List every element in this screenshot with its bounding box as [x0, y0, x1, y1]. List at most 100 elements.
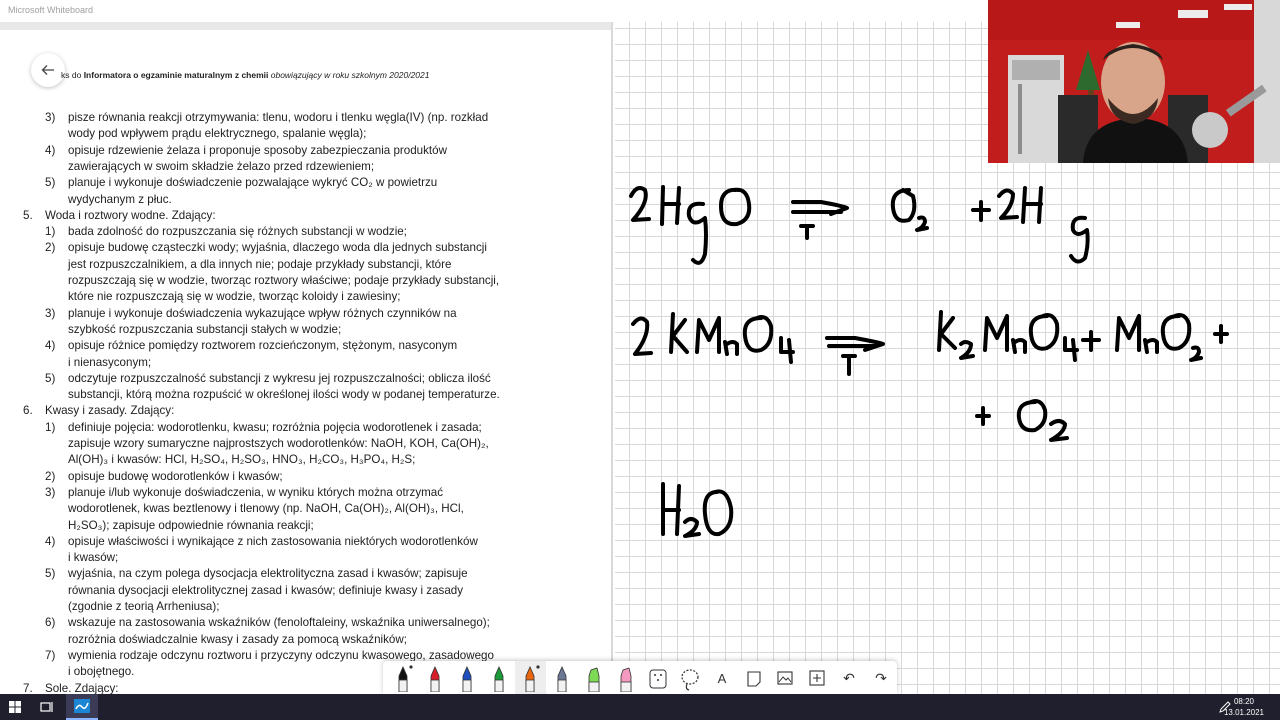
doc-item-number: 3) — [45, 111, 56, 124]
pen-blue-tool[interactable] — [451, 661, 483, 694]
doc-line: i kwasów; — [68, 551, 119, 565]
doc-line: szybkość rozpuszczania substancji stałyc… — [68, 322, 342, 336]
doc-line: rozpuszczają się w wodzie, tworząc roztw… — [68, 274, 500, 287]
pen-blue-icon — [462, 665, 472, 692]
text-tool[interactable]: A — [706, 661, 738, 694]
insert-icon — [809, 669, 825, 686]
doc-line: zawierających w swoim składzie żelazo pr… — [68, 159, 375, 173]
doc-line: substancji, którą można rozpuścić w okre… — [68, 388, 500, 402]
back-button[interactable] — [31, 53, 65, 87]
doc-item-number: 6) — [45, 616, 56, 630]
pen-black-tool[interactable] — [387, 661, 419, 694]
pen-orange-icon — [526, 664, 541, 692]
doc-line: wody pod wpływem prądu elektrycznego, sp… — [68, 127, 367, 141]
pen-green-tool[interactable] — [483, 661, 515, 694]
pen-red-icon — [430, 665, 440, 692]
doc-item-number: 4) — [45, 534, 56, 548]
lasso-icon — [681, 668, 699, 691]
highlighter-green-tool[interactable] — [578, 661, 610, 694]
webcam-overlay — [988, 0, 1280, 163]
note-tool[interactable] — [738, 661, 770, 694]
undo-tool[interactable]: ↶ — [833, 661, 865, 694]
doc-item-number: 5) — [45, 567, 56, 581]
doc-item-number: 7. — [23, 681, 33, 695]
doc-line: planuje i wykonuje doświadczenie pozwala… — [68, 176, 438, 190]
doc-line: rozróżnia doświadczalnie kwasy i zasady … — [68, 632, 407, 646]
doc-line: wyjaśnia, na czym polega dysocjacja elek… — [68, 567, 468, 581]
start-button[interactable] — [0, 694, 30, 720]
doc-item-number: 3) — [45, 306, 56, 320]
doc-line: wydychanym z płuc. — [68, 192, 172, 206]
doc-item-number: 3) — [45, 485, 56, 499]
pen-black-icon — [398, 664, 413, 692]
doc-line: definiuje pojęcia: wodorotlenku, kwasu; … — [68, 420, 482, 434]
doc-item-number: 5) — [45, 176, 56, 190]
doc-line: opisuje rdzewienie żelaza i proponuje sp… — [68, 143, 447, 157]
doc-item-number: 1) — [45, 225, 56, 239]
eraser-tool[interactable] — [642, 661, 674, 694]
insert-tool[interactable] — [801, 661, 833, 694]
doc-item-number: 4) — [45, 339, 56, 353]
lasso-tool[interactable] — [674, 661, 706, 694]
highlighter-pink-icon — [620, 666, 632, 692]
page-separator — [0, 22, 611, 30]
doc-line: i nienasyconym; — [68, 355, 152, 369]
doc-item-number: 6. — [23, 404, 33, 418]
doc-line: opisuje budowę wodorotlenków i kwasów; — [68, 469, 283, 483]
system-clock[interactable]: 08:20 13.01.2021 — [1224, 696, 1264, 718]
doc-line: jest rozpuszczalnikiem, a dla innych nie… — [68, 257, 452, 271]
document-panel[interactable]: ks do Informatora o egzaminie maturalnym… — [0, 22, 613, 694]
redo-icon: ↷ — [875, 671, 887, 687]
pen-green-icon — [494, 665, 503, 692]
doc-item-number: 5) — [45, 371, 56, 385]
taskbar: 08:20 13.01.2021 — [0, 694, 1280, 720]
doc-line: opisuje właściwości i wynikające z nich … — [68, 534, 478, 548]
svg-text:A: A — [717, 671, 726, 686]
doc-item-number: 5. — [23, 208, 33, 222]
doc-section-heading: Sole. Zdający: — [45, 681, 119, 695]
windows-logo-icon — [9, 701, 21, 713]
doc-item-number: 2) — [45, 241, 56, 255]
doc-line: równania dysocjacji elektrolitycznej zas… — [68, 583, 464, 597]
task-view-button[interactable] — [32, 694, 62, 720]
task-view-icon — [40, 702, 53, 712]
pen-red-tool[interactable] — [419, 661, 451, 694]
pen-orange-tool[interactable] — [514, 661, 547, 694]
redo-tool[interactable]: ↷ — [865, 661, 897, 694]
doc-section-heading: Kwasy i zasady. Zdający: — [45, 404, 175, 418]
doc-line: opisuje budowę cząsteczki wody; wyjaśnia… — [68, 241, 487, 255]
app-title: Microsoft Whiteboard — [8, 5, 94, 15]
doc-section-heading: Woda i roztwory wodne. Zdający: — [45, 208, 216, 222]
pen-gray-icon — [557, 665, 567, 692]
doc-line: które nie rozpuszczają się w wodzie, two… — [68, 290, 401, 304]
image-tool[interactable] — [770, 661, 802, 694]
svg-text:↷: ↷ — [875, 671, 887, 687]
equation-h2o[interactable] — [661, 482, 734, 538]
clock-date: 13.01.2021 — [1223, 708, 1264, 717]
doc-line: (zgodnie z teorią Arrheniusa); — [68, 600, 220, 613]
presenter-image — [988, 0, 1280, 163]
doc-line: wodorotlenek, kwas beztlenowy i tlenowy … — [68, 502, 464, 516]
highlighter-pink-tool[interactable] — [610, 661, 642, 694]
doc-line: H₂SO₃); zapisuje odpowiednie równania re… — [68, 518, 314, 532]
equation-hgo[interactable] — [629, 185, 1090, 265]
taskbar-whiteboard-app[interactable] — [66, 694, 98, 720]
doc-line: wymienia rodzaje odczynu roztworu i przy… — [68, 648, 494, 662]
whiteboard-window: Microsoft Whiteboard ks do Informatora o… — [0, 0, 1280, 720]
doc-item-number: 1) — [45, 420, 56, 434]
doc-line: odczytuje rozpuszczalność substancji z w… — [68, 371, 491, 385]
note-icon — [747, 670, 761, 687]
image-icon — [777, 670, 793, 685]
doc-item-number: 2) — [45, 469, 56, 483]
inking-toolbar: A ↶ ↷ — [383, 661, 897, 694]
text-icon: A — [717, 671, 726, 686]
undo-icon: ↶ — [843, 671, 855, 687]
whiteboard-app-icon — [74, 699, 90, 713]
doc-line: i obojętnego. — [68, 665, 135, 679]
doc-item-number: 7) — [45, 648, 56, 662]
clock-time: 08:20 — [1233, 697, 1254, 706]
equation-kmno4[interactable] — [631, 310, 1229, 442]
doc-line: wskazuje na zastosowania wskaźników (fen… — [68, 616, 490, 630]
pen-gray-tool[interactable] — [546, 661, 578, 694]
doc-item-number: 4) — [45, 143, 56, 157]
